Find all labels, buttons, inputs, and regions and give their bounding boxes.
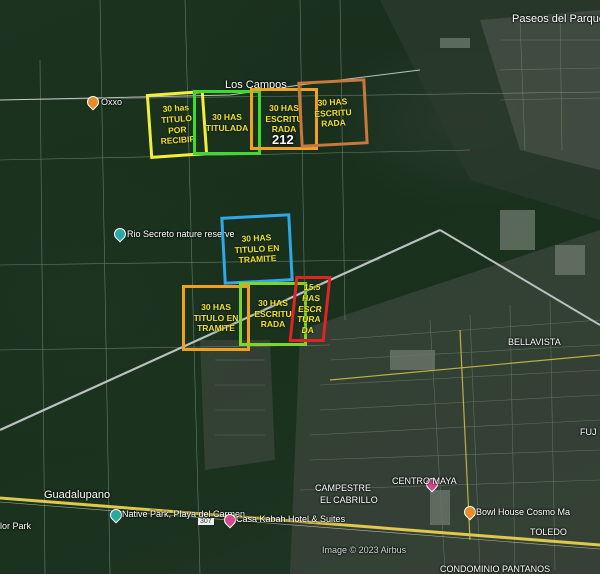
place-label-el-cabrillo: EL CABRILLO [320, 495, 378, 505]
place-label-paseos: Paseos del Parque [512, 13, 600, 25]
poi-label-oxxo[interactable]: Oxxo [101, 98, 122, 107]
parcel-label: 30 HAS TITULO EN TRAMITE [193, 302, 239, 334]
place-label-guadalupano: Guadalupano [44, 489, 111, 501]
poi-label-casa-kabah[interactable]: Casa Kabah Hotel & Suites [236, 515, 345, 524]
parcel-label: 30 HAS TITULADA [205, 111, 249, 133]
poi-label-rio-secreto[interactable]: Rio Secreto nature reserve [127, 230, 235, 239]
parcel-number-label: 212 [272, 132, 294, 147]
poi-label-bowl-house[interactable]: Bowl House Cosmo Ma [476, 508, 570, 517]
parcel-label: 15.5 HAS ESCR TURA DA [296, 282, 323, 335]
parcel-p5[interactable]: 30 HAS TITULO EN TRAMITE [220, 213, 294, 285]
route-307-shield: 307 [198, 518, 214, 525]
parcel-label: 30 HAS ESCRITU RADA [314, 96, 352, 129]
place-label-campestre: CAMPESTRE [315, 483, 372, 493]
poi-label-centro-maya[interactable]: CENTRO MAYA [392, 477, 457, 486]
parcel-p4[interactable]: 30 HAS ESCRITU RADA [297, 78, 369, 148]
place-label-bellavista: BELLAVISTA [508, 337, 561, 347]
parcel-label: 30 HAS TITULO EN TRAMITE [234, 232, 280, 266]
place-label-fuj: FUJ [580, 427, 597, 437]
parcel-label: 30 HAS ESCRITU RADA [254, 298, 292, 330]
parcel-p8[interactable]: 15.5 HAS ESCR TURA DA [288, 276, 332, 342]
image-copyright: Image © 2023 Airbus [322, 545, 407, 555]
poi-label-lor-park[interactable]: lor Park [0, 522, 31, 531]
place-label-toledo: TOLEDO [530, 527, 567, 537]
parcel-label: 30 has TITULO POR RECIBIR [160, 102, 196, 147]
place-label-condominio: CONDOMINIO PANTANOS [440, 564, 551, 574]
parcel-label: 30 HAS ESCRITU RADA [265, 103, 303, 135]
satellite-map[interactable]: Paseos del Parque Los Campos Oxxo Rio Se… [0, 0, 600, 574]
